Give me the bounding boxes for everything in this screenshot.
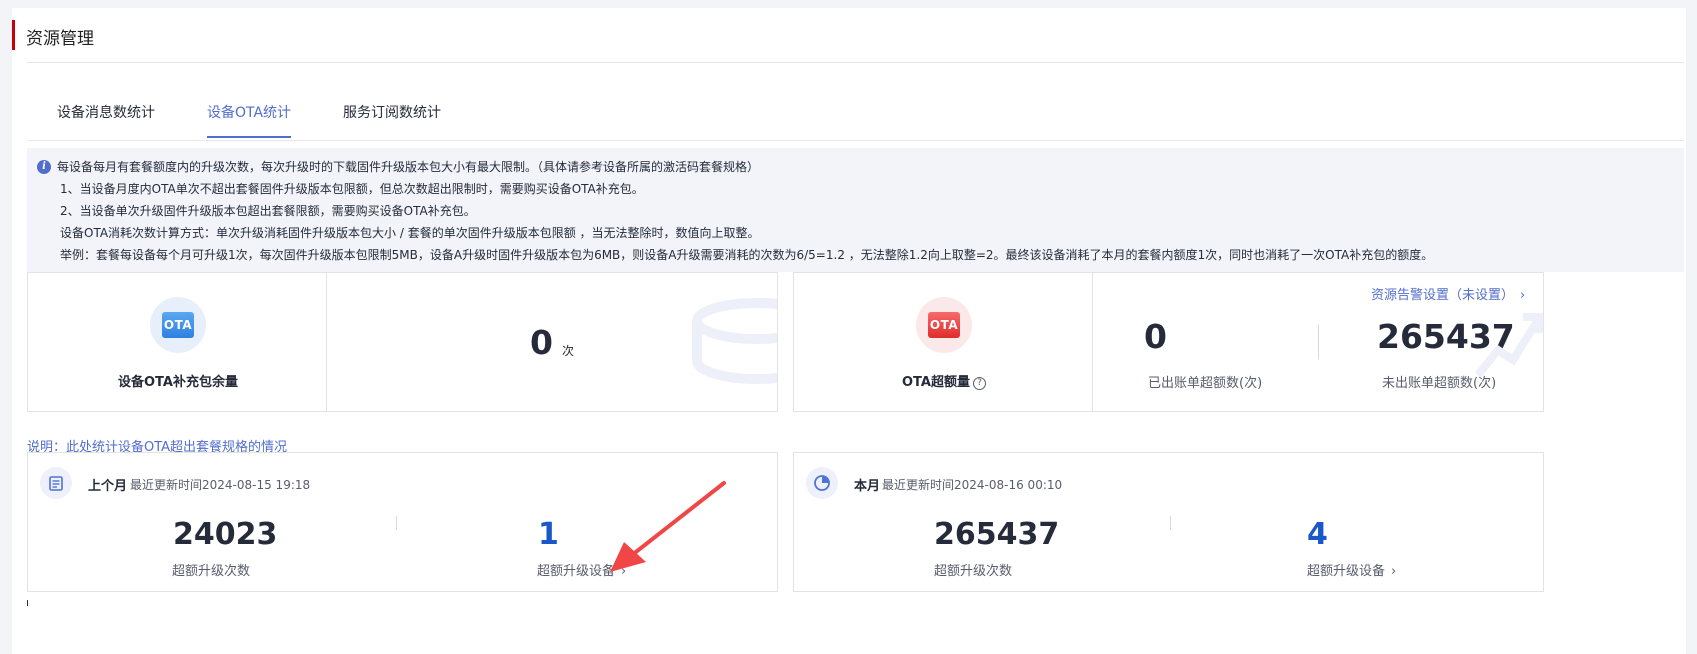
stats-tabs: 设备消息数统计 设备OTA统计 服务订阅数统计 xyxy=(27,88,1684,141)
pie-chart-icon-circle xyxy=(806,467,838,499)
title-accent-bar xyxy=(12,20,15,50)
last-month-count-label: 超额升级次数 xyxy=(172,564,251,579)
this-month-count-label: 超额升级次数 xyxy=(934,564,1013,579)
this-month-devices-label: 超额升级设备 xyxy=(1307,564,1386,579)
this-month-overage-count: 265437 xyxy=(934,517,1060,552)
help-question-icon[interactable]: ? xyxy=(972,377,986,390)
resource-management-page: 资源管理 设备消息数统计 设备OTA统计 服务订阅数统计 i 每设备每月有套餐额… xyxy=(12,8,1686,654)
ota-red-icon: OTA xyxy=(928,312,960,338)
annotation-arrow-icon xyxy=(610,481,726,572)
this-month-updated-time: 最近更新时间2024-08-16 00:10 xyxy=(882,478,1063,492)
notice-line: 1、当设备月度内OTA单次不超出套餐固件升级版本包限额，但总次数超出限制时，需要… xyxy=(60,182,644,196)
this-month-devices-link[interactable]: 超额升级设备 › xyxy=(1307,560,1396,579)
notice-line: 2、当设备单次升级固件升级版本包超出套餐限额，需要购买设备OTA补充包。 xyxy=(60,204,476,218)
last-month-overage-count: 24023 xyxy=(173,517,278,552)
ota-supplement-icon-circle: OTA xyxy=(150,297,206,353)
notice-line: 每设备每月有套餐额度内的升级次数，每次升级时的下载固件升级版本包大小有最大限制。… xyxy=(57,160,760,174)
supplement-value: 0 xyxy=(530,323,553,362)
page-header: 资源管理 xyxy=(12,20,1686,50)
metric-divider xyxy=(1170,516,1171,530)
tab-device-ota-stats[interactable]: 设备OTA统计 xyxy=(207,102,292,138)
last-month-title: 上个月 xyxy=(88,479,128,494)
tab-device-message-stats[interactable]: 设备消息数统计 xyxy=(57,102,155,122)
ota-overage-card: OTA OTA超额量? 资源告警设置（未设置） › 0 已出账单超额数(次) 26… xyxy=(793,272,1544,412)
resource-alarm-settings-link[interactable]: 资源告警设置（未设置） › xyxy=(1371,284,1525,303)
header-divider xyxy=(27,62,1684,63)
card-divider xyxy=(1092,273,1093,411)
ota-supplement-card: OTA 设备OTA补充包余量 0 次 xyxy=(27,272,778,412)
alarm-link-label: 资源告警设置（未设置） xyxy=(1371,288,1515,303)
ota-blue-icon: OTA xyxy=(162,312,194,338)
trend-watermark-icon xyxy=(1474,313,1543,378)
this-month-card: 本月 最近更新时间2024-08-16 00:10 265437 超额升级次数 … xyxy=(793,452,1544,592)
scroll-marker xyxy=(27,600,28,606)
notice-line: 举例：套餐每设备每个月可升级1次，每次固件升级版本包限制5MB，设备A升级时固件… xyxy=(60,248,1434,262)
overage-label-wrap: OTA超额量? xyxy=(902,371,986,390)
page-title: 资源管理 xyxy=(26,29,94,49)
metric-divider xyxy=(396,516,397,530)
info-icon: i xyxy=(37,160,51,174)
calendar-icon xyxy=(49,476,63,491)
tab-service-subscription-stats[interactable]: 服务订阅数统计 xyxy=(343,102,441,122)
database-watermark-icon xyxy=(692,298,777,384)
calendar-icon-circle xyxy=(40,467,72,499)
billed-overage-label: 已出账单超额数(次) xyxy=(1148,376,1263,391)
card-divider xyxy=(326,273,327,411)
last-month-overage-devices: 1 xyxy=(538,517,559,552)
ota-overage-icon-circle: OTA xyxy=(916,297,972,353)
this-month-title: 本月 xyxy=(854,479,881,494)
notice-line: 设备OTA消耗次数计算方式：单次升级消耗固件升级版本包大小 / 套餐的单次固件升… xyxy=(60,226,760,240)
last-month-updated-time: 最近更新时间2024-08-15 19:18 xyxy=(130,478,311,492)
supplement-label: 设备OTA补充包余量 xyxy=(118,375,238,390)
chevron-right-icon: › xyxy=(1391,564,1397,579)
ota-notice-box: i 每设备每月有套餐额度内的升级次数，每次升级时的下载固件升级版本包大小有最大限… xyxy=(27,148,1684,272)
metric-divider xyxy=(1318,325,1319,359)
overage-label: OTA超额量 xyxy=(902,375,970,390)
pie-chart-icon xyxy=(814,475,830,491)
billed-overage-value: 0 xyxy=(1144,317,1167,356)
supplement-unit: 次 xyxy=(562,344,575,358)
chevron-right-icon: › xyxy=(1520,288,1526,303)
this-month-overage-devices: 4 xyxy=(1307,517,1328,552)
